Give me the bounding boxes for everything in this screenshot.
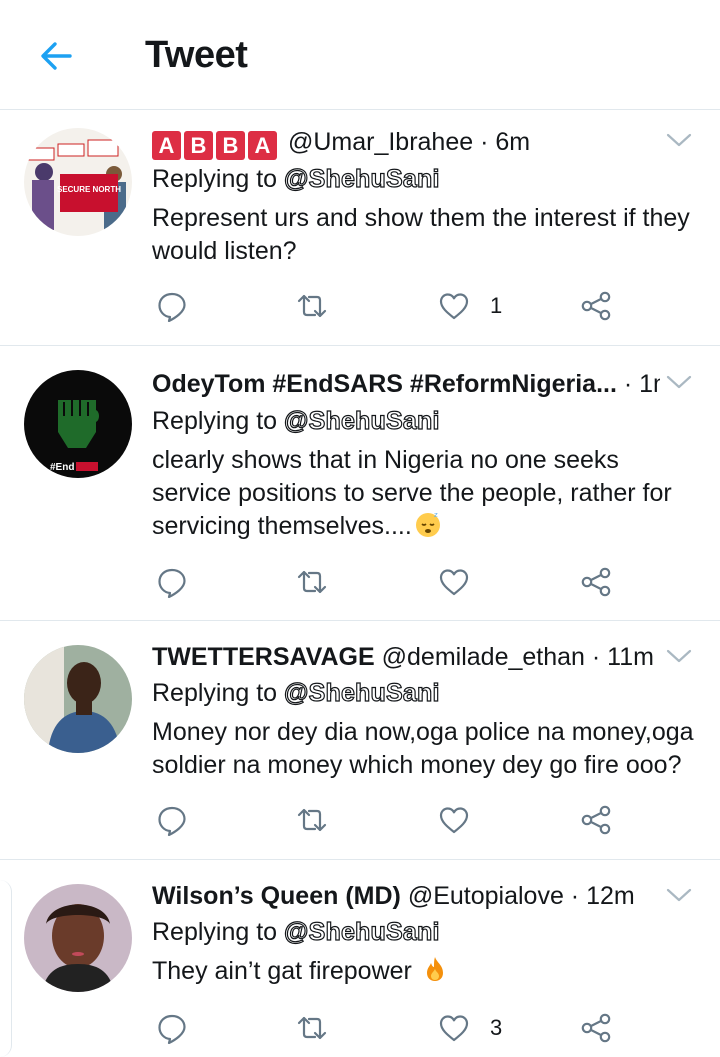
separator-dot: · (570, 882, 587, 910)
reply-icon (158, 806, 186, 836)
tweet-text: clearly shows that in Nigeria no one see… (152, 446, 672, 540)
tweet-actions (152, 562, 622, 602)
avatar-image (24, 884, 132, 992)
mention-link[interactable]: @ShehuSani (283, 162, 440, 196)
chevron-down-icon[interactable] (666, 648, 692, 664)
retweet-button[interactable] (296, 1008, 328, 1048)
svg-text:SECURE NORTH: SECURE NORTH (57, 185, 121, 194)
sleeping-face-emoji: z (415, 511, 440, 537)
share-icon (581, 805, 611, 835)
retweet-icon (297, 294, 327, 318)
tweet-actions: 1 (152, 286, 622, 326)
scroll-edge (0, 880, 12, 1057)
top-bar: Tweet (0, 0, 720, 110)
share-icon (581, 291, 611, 321)
heart-icon (439, 293, 469, 320)
fire-emoji (426, 957, 443, 981)
tweet-text: Money nor dey dia now,oga police na mone… (152, 718, 694, 779)
arrow-left-icon (41, 42, 72, 70)
chevron-down-icon[interactable] (666, 374, 692, 390)
replying-to: Replying to @ShehuSani (152, 915, 440, 949)
retweet-icon (297, 570, 327, 594)
separator-dot: · (591, 643, 608, 671)
reply-icon (158, 1014, 186, 1044)
tweet-header: ABBA @Umar_Ibrahee · 6m (152, 124, 660, 160)
timestamp[interactable]: 11m (607, 643, 654, 671)
tweet-actions: 3 (152, 1008, 622, 1048)
user-handle[interactable]: @Umar_Ibrahee (288, 128, 473, 156)
back-button[interactable] (36, 36, 76, 76)
chevron-down-icon[interactable] (666, 132, 692, 148)
name-emoji-letters: ABBA (152, 131, 277, 160)
timestamp[interactable]: 12m (586, 882, 635, 910)
display-name[interactable]: TWETTERSAVAGE (152, 643, 375, 671)
reply-button[interactable] (156, 1008, 188, 1048)
tweet-header: Wilson’s Queen (MD) @Eutopialove · 12m (152, 878, 660, 914)
mention-link[interactable]: @ShehuSani (283, 404, 440, 438)
tweet-actions (152, 800, 622, 840)
heart-icon (439, 569, 469, 596)
avatar[interactable]: SECURE NORTH (24, 128, 132, 236)
timestamp[interactable]: 1m (639, 370, 660, 398)
like-button[interactable]: 1 (438, 286, 502, 326)
tweet-text: Represent urs and show them the interest… (152, 204, 690, 265)
like-button[interactable]: 3 (438, 1008, 502, 1048)
user-handle[interactable]: @Eutopialove (408, 882, 564, 910)
reply-button[interactable] (156, 800, 188, 840)
tweet-reply[interactable]: SECURE NORTH ABBA @Umar_Ibrahee · 6m Rep… (0, 110, 720, 346)
svg-text:#End: #End (50, 462, 74, 473)
mention-link[interactable]: @ShehuSani (283, 915, 440, 949)
replying-to: Replying to @ShehuSani (152, 404, 440, 438)
replying-to: Replying to @ShehuSani (152, 162, 440, 196)
display-name[interactable]: Wilson’s Queen (MD) (152, 882, 401, 910)
reply-icon (158, 292, 186, 322)
svg-text:z: z (434, 511, 438, 519)
reply-button[interactable] (156, 286, 188, 326)
user-handle[interactable]: @demilade_ethan (382, 643, 585, 671)
avatar-image: SECURE NORTH (24, 128, 132, 236)
timestamp[interactable]: 6m (495, 128, 530, 156)
tweet-reply[interactable]: #End OdeyTom #EndSARS #ReformNigeria... … (0, 346, 720, 621)
share-icon (581, 1013, 611, 1043)
like-button[interactable] (438, 562, 490, 602)
like-count: 1 (490, 293, 503, 318)
retweet-button[interactable] (296, 562, 328, 602)
display-name[interactable]: OdeyTom #EndSARS #ReformNigeria... (152, 370, 617, 398)
tweet-reply[interactable]: Wilson’s Queen (MD) @Eutopialove · 12m R… (0, 860, 720, 1057)
retweet-button[interactable] (296, 286, 328, 326)
heart-icon (439, 1015, 469, 1042)
avatar[interactable] (24, 884, 132, 992)
retweet-button[interactable] (296, 800, 328, 840)
tweet-reply[interactable]: TWETTERSAVAGE @demilade_ethan · 11m Repl… (0, 621, 720, 860)
retweet-icon (297, 808, 327, 832)
reply-icon (158, 568, 186, 598)
share-icon (581, 567, 611, 597)
share-button[interactable] (580, 1008, 612, 1048)
reply-button[interactable] (156, 562, 188, 602)
page-title: Tweet (145, 34, 248, 76)
tweet-text: They ain’t gat firepower (152, 955, 696, 988)
like-button[interactable] (438, 800, 490, 840)
separator-dot: · (480, 128, 496, 156)
separator-dot: · (623, 370, 640, 398)
share-button[interactable] (580, 286, 612, 326)
heart-icon (439, 807, 469, 834)
replying-to: Replying to @ShehuSani (152, 676, 440, 710)
tweet-header: TWETTERSAVAGE @demilade_ethan · 11m (152, 639, 660, 675)
avatar-image: #End (24, 370, 132, 478)
chevron-down-icon[interactable] (666, 887, 692, 903)
mention-link[interactable]: @ShehuSani (283, 676, 440, 710)
share-button[interactable] (580, 800, 612, 840)
avatar[interactable] (24, 645, 132, 753)
avatar[interactable]: #End (24, 370, 132, 478)
like-count: 3 (490, 1015, 503, 1040)
tweet-header: OdeyTom #EndSARS #ReformNigeria... · 1m (152, 366, 660, 402)
share-button[interactable] (580, 562, 612, 602)
retweet-icon (297, 1016, 327, 1040)
avatar-image (24, 645, 132, 753)
